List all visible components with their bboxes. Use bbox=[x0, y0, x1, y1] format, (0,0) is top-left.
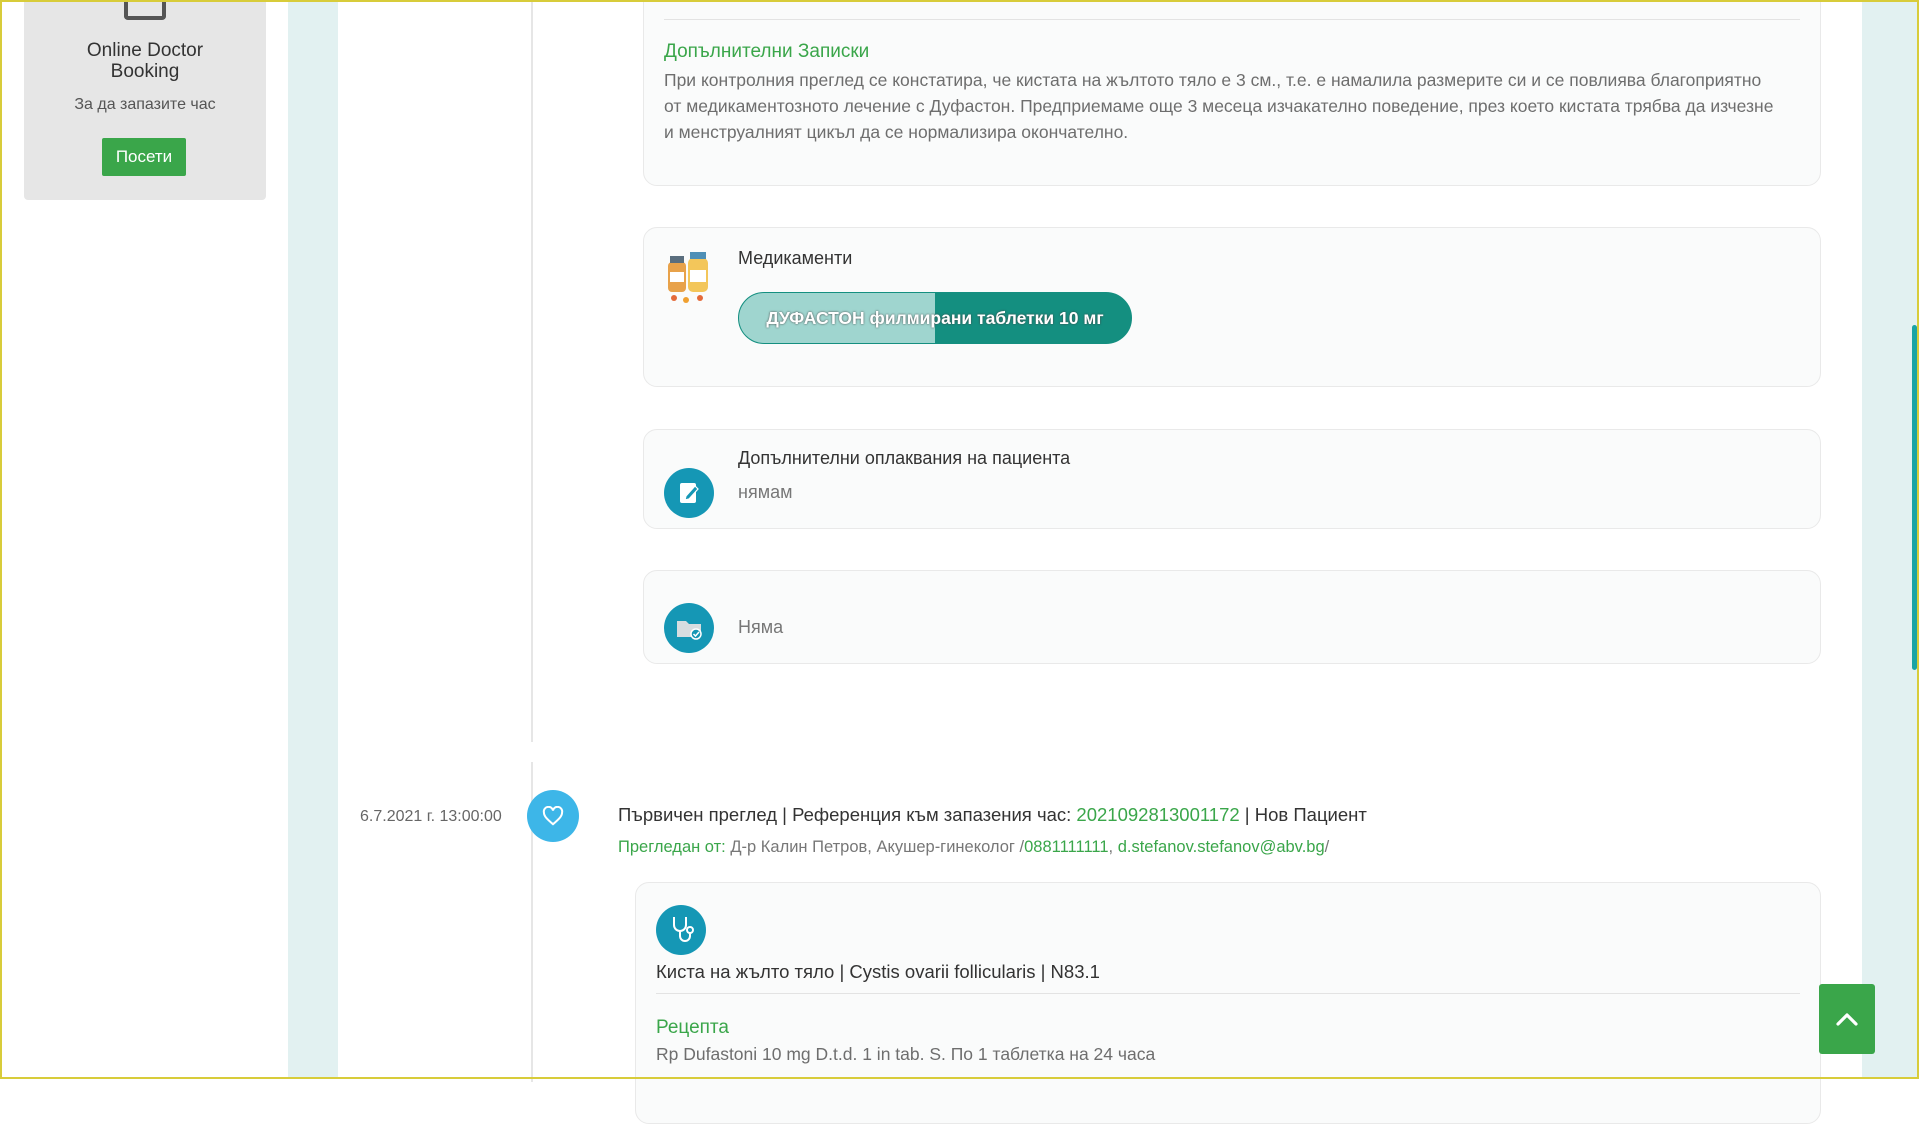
entry-date: 6.7.2021 г. 13:00:00 bbox=[360, 808, 502, 825]
files-card: Няма bbox=[643, 570, 1821, 664]
booking-card: Online Doctor Booking За да запазите час… bbox=[24, 0, 266, 200]
diagnosis-text: Киста на жълто тяло | Cystis ovarii foll… bbox=[656, 961, 1100, 982]
scroll-to-top-button[interactable] bbox=[1819, 984, 1875, 1054]
timeline-line bbox=[531, 2, 533, 742]
heart-icon bbox=[527, 790, 579, 842]
diagnosis-card: Киста на жълто тяло | Cystis ovarii foll… bbox=[635, 882, 1821, 1124]
booking-subtitle: За да запазите час bbox=[74, 96, 216, 113]
files-text: Няма bbox=[738, 617, 784, 637]
left-sidebar: Online Doctor Booking За да запазите час… bbox=[2, 0, 288, 1077]
entry-heading: Първичен преглед | Референция към запазе… bbox=[618, 804, 1367, 826]
complaints-card: Допълнителни оплаквания на пациента няма… bbox=[643, 429, 1821, 529]
medication-pill[interactable]: ДУФАСТОН филмирани таблетки 10 мг bbox=[738, 292, 1132, 344]
patient-status: | Нов Пациент bbox=[1239, 804, 1367, 825]
divider bbox=[664, 19, 1800, 20]
complaints-text: нямам bbox=[738, 482, 793, 502]
folder-check-icon bbox=[664, 603, 714, 653]
pills-icon bbox=[668, 252, 708, 303]
doctor-name: Д-р Калин Петров, Акушер-гинеколог / bbox=[725, 838, 1025, 856]
stethoscope-icon bbox=[656, 905, 706, 955]
separator-slash: / bbox=[1324, 838, 1330, 856]
entry-type: Първичен преглед | Референция към запазе… bbox=[618, 804, 1077, 825]
medications-title: Медикаменти bbox=[738, 248, 853, 268]
medications-card: Медикаменти ДУФАСТОН филмирани таблетки … bbox=[643, 227, 1821, 387]
complaints-title: Допълнителни оплаквания на пациента bbox=[738, 448, 1071, 468]
separator: , bbox=[1108, 838, 1118, 856]
notes-card: Допълнителни Записки При контролния прег… bbox=[643, 0, 1821, 186]
edit-note-icon bbox=[664, 468, 714, 518]
doctor-email[interactable]: d.stefanov.stefanov@abv.bg bbox=[1118, 838, 1325, 856]
medication-label: ДУФАСТОН филмирани таблетки 10 мг bbox=[766, 308, 1104, 328]
examined-by: Прегледан от: Д-р Калин Петров, Акушер-г… bbox=[618, 838, 1329, 857]
doctor-phone[interactable]: 0881111111 bbox=[1024, 838, 1108, 856]
right-gutter bbox=[1862, 2, 1917, 1077]
scrollbar-thumb[interactable] bbox=[1912, 325, 1917, 670]
divider bbox=[656, 993, 1800, 994]
prescription-text: Rp Dufastoni 10 mg D.t.d. 1 in tab. S. П… bbox=[656, 1044, 1156, 1064]
examined-label: Прегледан от: bbox=[618, 838, 726, 856]
notes-title: Допълнителни Записки bbox=[664, 41, 870, 62]
calendar-icon bbox=[124, 0, 166, 20]
reference-number[interactable]: 2021092813001172 bbox=[1076, 804, 1239, 825]
main-content: Допълнителни Записки При контролния прег… bbox=[338, 0, 1862, 1124]
left-gutter bbox=[288, 2, 338, 1077]
notes-text: При контролния преглед се констатира, че… bbox=[664, 70, 1774, 142]
prescription-title: Рецепта bbox=[656, 1017, 729, 1038]
chevron-up-icon bbox=[1836, 1013, 1858, 1026]
booking-title: Online Doctor Booking bbox=[86, 40, 204, 82]
visit-button[interactable]: Посети bbox=[102, 138, 186, 176]
